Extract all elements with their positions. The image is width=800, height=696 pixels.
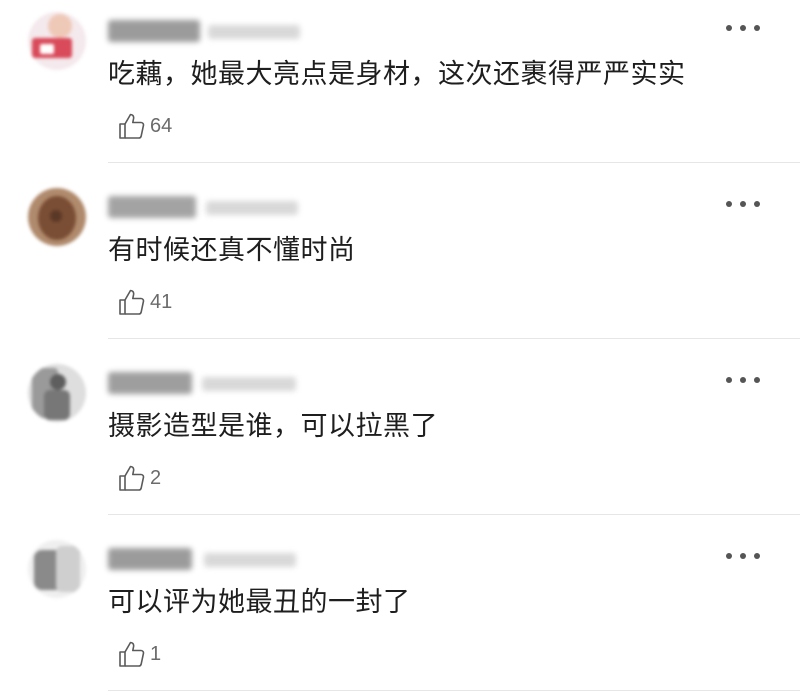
more-options-button[interactable] bbox=[726, 194, 760, 214]
avatar[interactable] bbox=[28, 540, 86, 598]
comment-item: 摄影造型是谁，可以拉黑了 2 bbox=[0, 352, 800, 528]
username-blurred[interactable] bbox=[108, 196, 196, 218]
timestamp-blurred bbox=[206, 201, 298, 215]
username-blurred[interactable] bbox=[108, 20, 200, 42]
timestamp-blurred bbox=[204, 553, 296, 567]
like-button[interactable]: 41 bbox=[117, 286, 172, 318]
like-count: 1 bbox=[150, 642, 162, 665]
like-count: 2 bbox=[150, 466, 162, 489]
divider bbox=[108, 338, 800, 339]
comment-text: 吃藕，她最大亮点是身材，这次还裹得严严实实 bbox=[108, 59, 686, 90]
thumbs-up-icon bbox=[119, 465, 145, 491]
comment-item: 吃藕，她最大亮点是身材，这次还裹得严严实实 64 bbox=[0, 0, 800, 176]
more-dots-icon bbox=[726, 377, 732, 383]
divider bbox=[108, 514, 800, 515]
comment-item: 有时候还真不懂时尚 41 bbox=[0, 176, 800, 352]
like-button[interactable]: 1 bbox=[117, 638, 161, 670]
avatar[interactable] bbox=[28, 12, 86, 70]
like-count: 41 bbox=[150, 290, 173, 313]
more-options-button[interactable] bbox=[726, 18, 760, 38]
comment-text: 可以评为她最丑的一封了 bbox=[108, 587, 411, 618]
more-dots-icon bbox=[726, 553, 732, 559]
avatar[interactable] bbox=[28, 364, 86, 422]
more-options-button[interactable] bbox=[726, 370, 760, 390]
thumbs-up-icon bbox=[119, 641, 145, 667]
more-dots-icon bbox=[726, 25, 732, 31]
username-blurred[interactable] bbox=[108, 372, 192, 394]
timestamp-blurred bbox=[202, 377, 296, 391]
comment-item: 可以评为她最丑的一封了 1 bbox=[0, 528, 800, 696]
timestamp-blurred bbox=[208, 25, 300, 39]
more-dots-icon bbox=[726, 201, 732, 207]
like-button[interactable]: 64 bbox=[117, 110, 172, 142]
like-button[interactable]: 2 bbox=[117, 462, 161, 494]
username-blurred[interactable] bbox=[108, 548, 192, 570]
comment-text: 有时候还真不懂时尚 bbox=[108, 235, 356, 266]
thumbs-up-icon bbox=[119, 113, 145, 139]
divider bbox=[108, 162, 800, 163]
thumbs-up-icon bbox=[119, 289, 145, 315]
comment-text: 摄影造型是谁，可以拉黑了 bbox=[108, 411, 438, 442]
comment-list: 吃藕，她最大亮点是身材，这次还裹得严严实实 64 有时候还真不懂时尚 41 摄影… bbox=[0, 0, 800, 696]
more-options-button[interactable] bbox=[726, 546, 760, 566]
divider bbox=[108, 690, 800, 691]
like-count: 64 bbox=[150, 114, 173, 137]
avatar[interactable] bbox=[28, 188, 86, 246]
